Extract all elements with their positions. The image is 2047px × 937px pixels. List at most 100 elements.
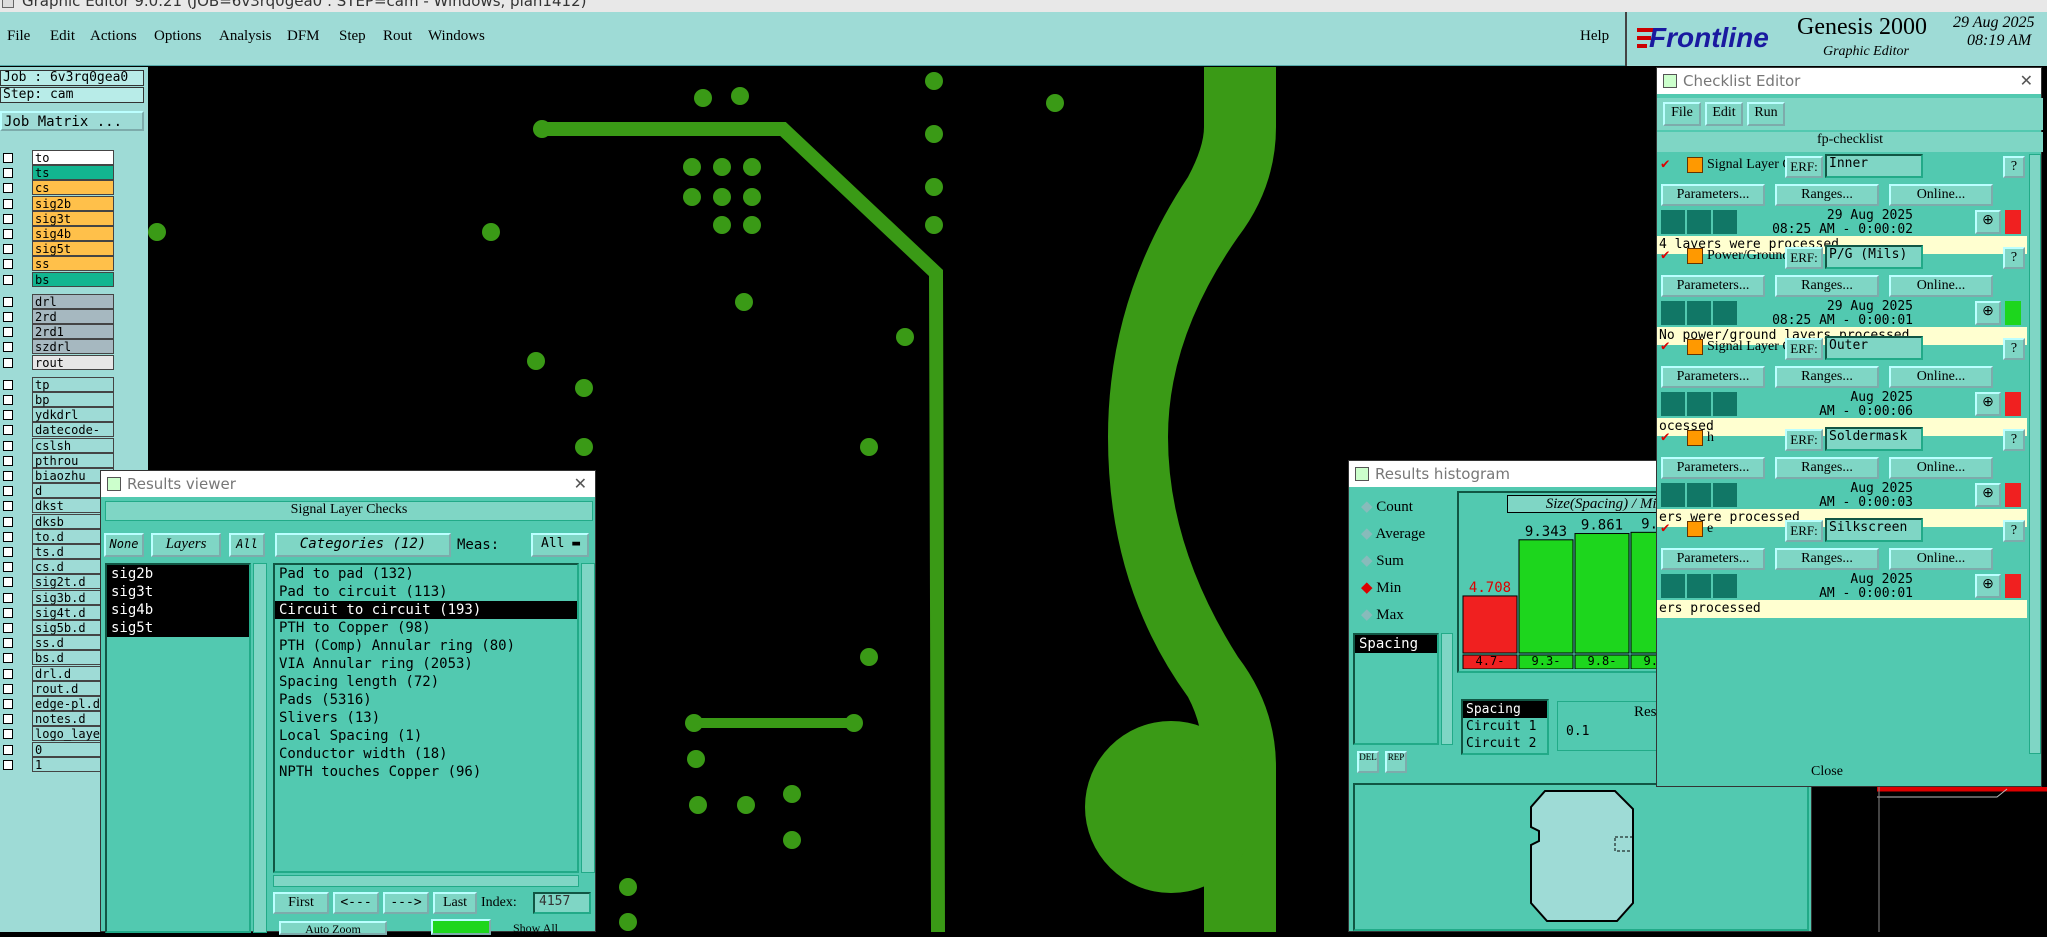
category-item[interactable]: Pad to circuit (113) xyxy=(275,583,577,601)
zoom-icon[interactable]: ⊕ xyxy=(1975,210,2001,234)
layer-checkbox[interactable] xyxy=(3,638,13,649)
zoom-icon[interactable]: ⊕ xyxy=(1975,574,2001,598)
ranges-button[interactable]: Ranges... xyxy=(1775,457,1879,479)
legend-list[interactable]: Spacing Circuit 1 Circuit 2 xyxy=(1461,699,1549,755)
layer-row[interactable]: ts xyxy=(0,165,118,181)
last-button[interactable]: Last xyxy=(433,892,477,914)
layer-checkbox[interactable] xyxy=(3,668,13,679)
job-matrix-button[interactable]: Job Matrix ... xyxy=(0,111,144,131)
layer-checkbox[interactable] xyxy=(3,312,13,322)
online-button[interactable]: Online... xyxy=(1889,457,1993,479)
layer-checkbox[interactable] xyxy=(3,592,13,603)
parameters-button[interactable]: Parameters... xyxy=(1661,548,1765,570)
list-item[interactable]: sig2b xyxy=(107,565,249,583)
aggregate-option[interactable]: ◆ Sum xyxy=(1361,551,1404,570)
menu-edit[interactable]: Edit xyxy=(50,28,75,45)
zoom-icon[interactable]: ⊕ xyxy=(1975,483,2001,507)
layer-checkbox[interactable] xyxy=(3,342,13,353)
layer-checkbox[interactable] xyxy=(3,486,13,497)
layer-row[interactable]: drl xyxy=(0,293,118,309)
menu-analysis[interactable]: Analysis xyxy=(219,28,272,45)
layer-checkbox[interactable] xyxy=(3,714,13,725)
layer-row[interactable]: 2rd1 xyxy=(0,324,118,340)
auto-zoom-select[interactable]: Auto Zoom xyxy=(279,921,387,935)
layer-row[interactable]: bp xyxy=(0,392,118,407)
list-item[interactable]: sig5t xyxy=(107,619,249,637)
erf-field[interactable]: P/G (Mils) xyxy=(1825,245,1923,269)
run-icons[interactable] xyxy=(1661,301,1741,325)
category-item[interactable]: VIA Annular ring (2053) xyxy=(275,655,577,673)
layer-checkbox[interactable] xyxy=(3,623,13,633)
layer-checkbox[interactable] xyxy=(3,357,13,368)
layer-checkbox[interactable] xyxy=(3,183,13,194)
check-icon[interactable]: ✔ xyxy=(1661,338,1669,354)
categories-button[interactable]: Categories (12) xyxy=(275,533,451,557)
run-icons[interactable] xyxy=(1661,483,1741,507)
show-all-toggle[interactable]: Show All xyxy=(513,921,558,936)
layer-row[interactable]: 2rd xyxy=(0,309,118,324)
category-item[interactable]: Spacing length (72) xyxy=(275,673,577,691)
layer-checkbox[interactable] xyxy=(3,471,13,481)
checklist-menu-edit[interactable]: Edit xyxy=(1705,102,1743,126)
aggregate-option[interactable]: ◆ Min xyxy=(1361,578,1401,597)
legend-item[interactable]: Circuit 1 xyxy=(1463,718,1547,735)
check-icon[interactable]: ✔ xyxy=(1661,520,1669,536)
help-icon[interactable]: ? xyxy=(2003,429,2025,451)
ranges-button[interactable]: Ranges... xyxy=(1775,275,1879,297)
layer-checkbox[interactable] xyxy=(3,683,13,694)
menu-dfm[interactable]: DFM xyxy=(287,28,320,45)
erf-field[interactable]: Soldermask xyxy=(1825,427,1923,451)
check-icon[interactable]: ✔ xyxy=(1661,247,1669,263)
layer-checkbox[interactable] xyxy=(3,259,13,270)
layer-checkbox[interactable] xyxy=(3,425,13,436)
none-button[interactable]: None xyxy=(104,533,144,557)
layer-row[interactable]: cslsh xyxy=(0,437,118,453)
layer-checkbox[interactable] xyxy=(3,168,13,179)
run-icons[interactable] xyxy=(1661,574,1741,598)
layer-row[interactable]: szdrl xyxy=(0,339,118,355)
erf-button[interactable]: ERF: xyxy=(1785,520,1823,542)
help-icon[interactable]: ? xyxy=(2003,338,2025,360)
layer-checkbox[interactable] xyxy=(3,327,13,338)
erf-field[interactable]: Silkscreen xyxy=(1825,518,1923,542)
ranges-button[interactable]: Ranges... xyxy=(1775,366,1879,388)
menu-rout[interactable]: Rout xyxy=(383,28,412,45)
histogram-list[interactable]: Spacing xyxy=(1353,633,1439,745)
del-button[interactable]: DEL xyxy=(1357,751,1379,773)
layer-checkbox[interactable] xyxy=(3,547,13,557)
check-icon[interactable]: ✔ xyxy=(1661,429,1669,445)
menu-actions[interactable]: Actions xyxy=(90,28,137,45)
ranges-button[interactable]: Ranges... xyxy=(1775,548,1879,570)
layer-checkbox[interactable] xyxy=(3,410,13,421)
menu-options[interactable]: Options xyxy=(154,28,202,45)
category-results-list[interactable]: Pad to pad (132) Pad to circuit (113) Circ… xyxy=(273,563,579,873)
layer-checkbox[interactable] xyxy=(3,455,13,466)
layer-row[interactable]: to xyxy=(0,150,118,165)
layer-row[interactable]: datecode-to xyxy=(0,422,118,452)
layer-checkbox[interactable] xyxy=(3,229,13,239)
layer-checkbox[interactable] xyxy=(3,653,13,664)
layers-button[interactable]: Layers xyxy=(151,533,221,557)
aggregate-option[interactable]: ◆ Count xyxy=(1361,497,1413,516)
prev-button[interactable]: <--- xyxy=(333,892,379,914)
legend-item[interactable]: Circuit 2 xyxy=(1463,735,1547,752)
layer-checkbox[interactable] xyxy=(3,516,13,527)
checklist-menu-run[interactable]: Run xyxy=(1747,102,1785,126)
layer-row[interactable]: ydkdrl xyxy=(0,407,118,423)
help-icon[interactable]: ? xyxy=(2003,156,2025,178)
layer-row[interactable]: rout xyxy=(0,354,118,370)
menu-step[interactable]: Step xyxy=(339,28,366,45)
aggregate-option[interactable]: ◆ Average xyxy=(1361,524,1425,543)
category-item[interactable]: NPTH touches Copper (96) xyxy=(275,763,577,781)
list-item[interactable]: sig3t xyxy=(107,583,249,601)
menu-file[interactable]: File xyxy=(7,28,30,45)
category-item[interactable]: PTH to Copper (98) xyxy=(275,619,577,637)
category-item[interactable]: Slivers (13) xyxy=(275,709,577,727)
layer-checkbox[interactable] xyxy=(3,244,13,255)
category-item[interactable]: Conductor width (18) xyxy=(275,745,577,763)
category-item[interactable]: PTH (Comp) Annular ring (80) xyxy=(275,637,577,655)
layer-row[interactable]: sig5t xyxy=(0,241,118,257)
erf-button[interactable]: ERF: xyxy=(1785,247,1823,269)
layer-row[interactable]: bs xyxy=(0,271,118,287)
layer-row[interactable]: ss xyxy=(0,256,118,272)
